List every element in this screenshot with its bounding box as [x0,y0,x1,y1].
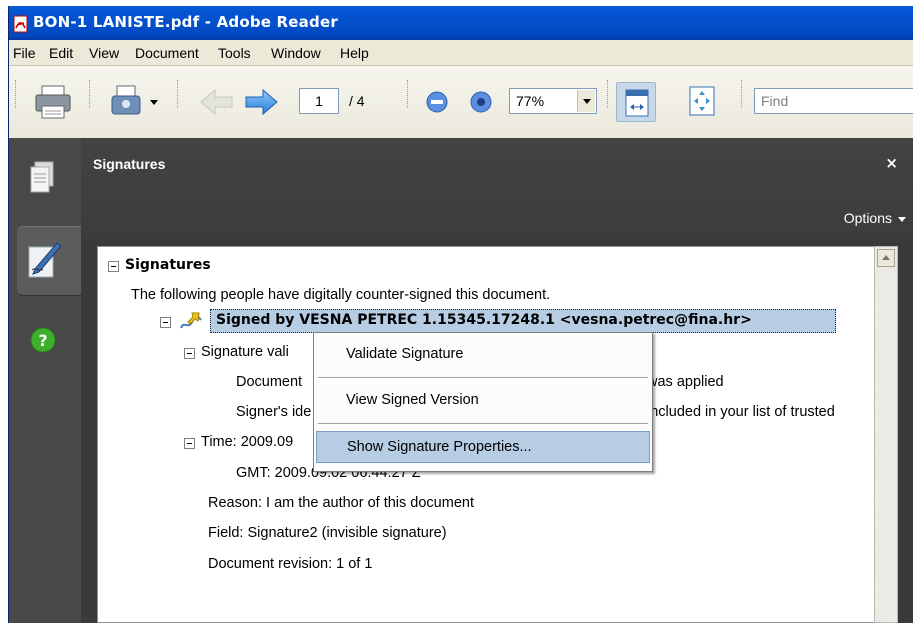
menu-help[interactable]: Help [340,45,369,61]
signer-identity-text-end: included in your list of trusted [647,404,835,420]
signature-validity-label[interactable]: Signature vali [201,344,289,360]
scroll-up-button[interactable] [877,249,895,267]
document-status-text: Document [236,374,303,390]
collapse-toggle[interactable] [184,438,195,449]
tree-intro-text: The following people have digitally coun… [131,287,551,303]
previous-page-icon[interactable] [199,88,235,116]
signatures-tab[interactable] [17,226,81,296]
toolbar-grip[interactable] [607,80,610,108]
page-number-input[interactable]: 1 [299,88,339,114]
toolbar-grip[interactable] [177,80,180,108]
signer-label[interactable]: Signed by VESNA PETREC 1.15345.17248.1 <… [216,312,752,328]
menu-item-validate-signature[interactable]: Validate Signature [316,339,650,371]
zoom-select[interactable]: 77% [509,88,597,114]
window-title: BON-1 LANISTE.pdf - Adobe Reader [33,13,338,31]
toolbar-grip[interactable] [407,80,410,108]
collapse-toggle[interactable] [108,261,119,272]
field-text: Field: Signature2 (invisible signature) [208,525,447,541]
print-icon[interactable] [33,84,73,120]
zoom-out-icon[interactable] [425,90,449,114]
signature-context-menu: Validate Signature View Signed Version S… [313,332,653,472]
chevron-down-icon[interactable] [149,99,159,107]
menu-tools[interactable]: Tools [218,45,251,61]
signature-status-icon [180,312,202,329]
menu-document[interactable]: Document [135,45,199,61]
fit-width-icon [625,89,649,117]
fit-width-button[interactable] [616,82,656,122]
collapse-toggle[interactable] [160,317,171,328]
signer-identity-text: Signer's ide [236,404,312,420]
time-label[interactable]: Time: 2009.09 [201,434,293,450]
panel-header: Signatures × Options [81,138,913,238]
page-total: / 4 [349,93,365,109]
menu-edit[interactable]: Edit [49,45,73,61]
menu-item-label: View Signed Version [346,392,479,408]
menu-file[interactable]: File [13,45,36,61]
adobe-reader-window: BON-1 LANISTE.pdf - Adobe Reader File Ed… [8,6,913,623]
find-placeholder: Find [761,93,789,109]
chevron-down-icon[interactable] [898,217,906,222]
zoom-dropdown-button[interactable] [577,90,595,112]
pages-icon[interactable] [29,160,57,194]
help-icon[interactable]: ? [29,326,57,354]
menu-bar: File Edit View Document Tools Window Hel… [9,40,913,66]
menu-item-view-signed-version[interactable]: View Signed Version [316,385,650,417]
reason-text: Reason: I am the author of this document [208,495,474,511]
zoom-value: 77% [516,93,545,109]
signature-pen-icon [28,242,62,278]
collaborate-icon[interactable] [109,82,147,122]
menu-window[interactable]: Window [271,45,321,61]
close-icon[interactable]: × [885,154,898,172]
options-menu-button[interactable]: Options [844,210,892,226]
navigation-pane: ? [9,138,81,623]
toolbar-grip[interactable] [89,80,92,108]
document-revision-text: Document revision: 1 of 1 [208,556,373,572]
menu-item-show-signature-properties[interactable]: Show Signature Properties... [316,431,650,463]
vertical-scrollbar[interactable] [874,246,898,623]
document-status-text-end: was applied [647,374,724,390]
menu-separator [318,377,648,379]
tree-root-label[interactable]: Signatures [125,257,211,273]
toolbar-grip[interactable] [741,80,744,108]
title-bar[interactable]: BON-1 LANISTE.pdf - Adobe Reader [9,6,913,40]
menu-item-label: Validate Signature [346,346,464,362]
find-input[interactable]: Find [754,88,913,114]
menu-view[interactable]: View [89,45,119,61]
toolbar-grip[interactable] [15,80,18,108]
next-page-icon[interactable] [243,88,279,116]
svg-text:?: ? [38,331,47,350]
pdf-file-icon [13,15,28,33]
zoom-in-icon[interactable] [469,90,493,114]
menu-separator [318,423,648,425]
panel-title: Signatures [93,156,166,172]
fit-page-icon[interactable] [689,86,715,116]
toolbar: 1 / 4 77% Find [9,66,913,138]
collapse-toggle[interactable] [184,348,195,359]
menu-item-label: Show Signature Properties... [347,439,532,455]
